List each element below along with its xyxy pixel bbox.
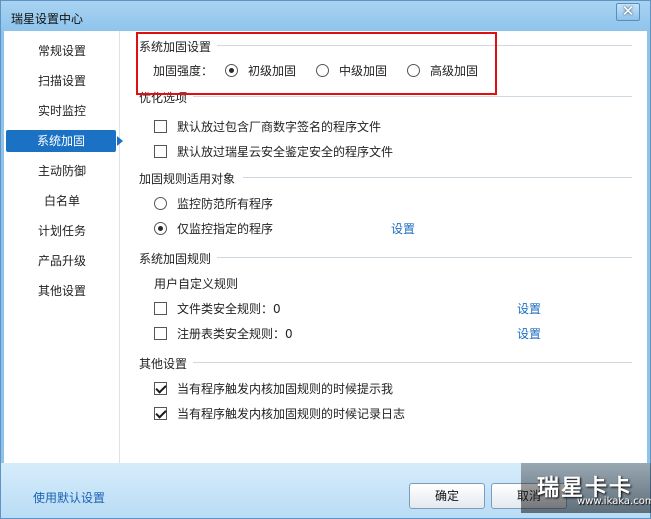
sidebar-item-scan[interactable]: 扫描设置 (4, 70, 120, 92)
checkbox-icon (154, 327, 167, 340)
section-title-scope: 加固规则适用对象 (139, 172, 236, 186)
sidebar-item-hardening[interactable]: 系统加固 (6, 130, 123, 152)
sidebar-item-general[interactable]: 常规设置 (4, 40, 120, 62)
section-title-other: 其他设置 (139, 357, 188, 371)
sidebar-item-other[interactable]: 其他设置 (4, 280, 120, 302)
sidebar: 常规设置 扫描设置 实时监控 系统加固 主动防御 白名单 计划任务 产品升级 其… (4, 31, 123, 463)
registry-rule-settings-link[interactable]: 设置 (517, 325, 541, 342)
rule-registry-security[interactable]: 注册表类安全规则：0 (154, 325, 293, 342)
scope-settings-link[interactable]: 设置 (391, 220, 415, 237)
divider (193, 96, 632, 97)
use-default-settings-link[interactable]: 使用默认设置 (33, 489, 105, 506)
option-log-on-trigger[interactable]: 当有程序触发内核加固规则的时候记录日志 (154, 405, 405, 422)
sidebar-item-whitelist[interactable]: 白名单 (4, 190, 120, 212)
client-area: 常规设置 扫描设置 实时监控 系统加固 主动防御 白名单 计划任务 产品升级 其… (4, 31, 647, 463)
option-notify-on-trigger[interactable]: 当有程序触发内核加固规则的时候提示我 (154, 380, 393, 397)
rules-subtitle: 用户自定义规则 (154, 277, 239, 291)
file-rule-settings-link[interactable]: 设置 (517, 300, 541, 317)
checkbox-icon (154, 145, 167, 158)
title-bar[interactable]: 瑞星设置中心 ✕ (1, 1, 650, 31)
ok-button[interactable]: 确定 (409, 483, 485, 509)
close-button[interactable]: ✕ (616, 3, 640, 21)
close-icon: ✕ (621, 2, 635, 20)
divider (243, 177, 632, 178)
sidebar-item-active-defense[interactable]: 主动防御 (4, 160, 120, 182)
highlight-box (136, 32, 497, 95)
rule-file-security[interactable]: 文件类安全规则：0 (154, 300, 281, 317)
radio-icon (154, 222, 167, 235)
section-title-rules: 系统加固规则 (139, 252, 212, 266)
checkbox-icon (154, 120, 167, 133)
option-signed-files[interactable]: 默认放过包含厂商数字签名的程序文件 (154, 118, 381, 135)
sidebar-item-schedule[interactable]: 计划任务 (4, 220, 120, 242)
window-title: 瑞星设置中心 (11, 12, 84, 26)
settings-window: 瑞星设置中心 ✕ 常规设置 扫描设置 实时监控 系统加固 主动防御 白名单 计划… (0, 0, 651, 519)
divider (217, 257, 632, 258)
main-panel: 系统加固设置 加固强度： 初级加固 中级加固 高级加固 优化选项 默认放过包含厂… (121, 31, 647, 463)
checkbox-checked-icon (154, 407, 167, 420)
option-cloud-safe-files[interactable]: 默认放过瑞星云安全鉴定安全的程序文件 (154, 143, 393, 160)
checkbox-icon (154, 302, 167, 315)
sidebar-item-upgrade[interactable]: 产品升级 (4, 250, 120, 272)
checkbox-checked-icon (154, 382, 167, 395)
radio-icon (154, 197, 167, 210)
sidebar-item-realtime[interactable]: 实时监控 (4, 100, 120, 122)
divider (193, 362, 632, 363)
watermark-url: www.ikaka.com (577, 496, 651, 507)
radio-monitor-all[interactable]: 监控防范所有程序 (154, 195, 273, 212)
radio-monitor-specified[interactable]: 仅监控指定的程序 (154, 220, 273, 237)
